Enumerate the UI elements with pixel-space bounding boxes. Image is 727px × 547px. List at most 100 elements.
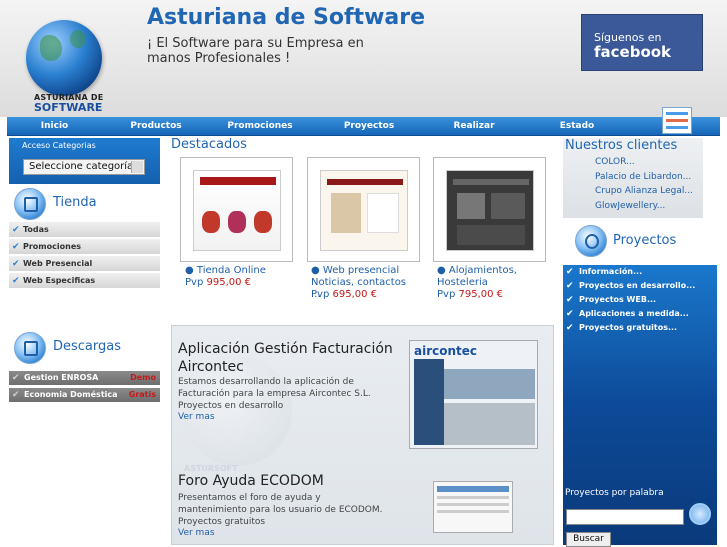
- facebook-banner-line2: facebook: [594, 43, 672, 61]
- price-value: 995,00 €: [206, 277, 252, 288]
- check-icon: ✔: [566, 267, 574, 277]
- product-image[interactable]: [446, 170, 534, 251]
- check-icon: ✔: [566, 309, 574, 319]
- download-badge: Demo: [130, 373, 156, 382]
- price-value: 695,00 €: [332, 289, 378, 300]
- download-icon: [14, 332, 46, 364]
- proyectos-item-label: Aplicaciones a medida...: [579, 309, 689, 318]
- download-item-economia[interactable]: ✔ Economia Doméstica Gratis: [9, 388, 160, 402]
- news-title[interactable]: Foro Ayuda ECODOM: [178, 472, 324, 490]
- news-text: Presentamos el foro de ayuda y: [178, 493, 321, 503]
- nav-realizar-pedido[interactable]: Realizar Pedido: [435, 117, 513, 150]
- product-price: Pvp 995,00 €: [185, 277, 251, 288]
- projects-icon: [575, 225, 607, 257]
- proyectos-item[interactable]: ✔ Aplicaciones a medida...: [565, 307, 715, 321]
- chevron-down-icon: [131, 161, 143, 173]
- news-text: Estamos desarrollando la aplicación de: [178, 377, 354, 387]
- proyectos-item[interactable]: ✔ Proyectos en desarrollo...: [565, 279, 715, 293]
- nav-estado-pedido[interactable]: Estado Pedido: [541, 117, 613, 150]
- shop-window-icon[interactable]: [662, 107, 692, 134]
- proyectos-item[interactable]: ✔ Proyectos gratuitos...: [565, 321, 715, 335]
- proyectos-panel: ✔ Información... ✔ Proyectos en desarrollo…: [563, 265, 717, 547]
- category-access-title: Acceso Categorias: [22, 141, 96, 150]
- client-link[interactable]: Palacio de Libardon...: [595, 172, 691, 182]
- ecodom-image[interactable]: [433, 481, 513, 533]
- search-input[interactable]: [566, 509, 684, 525]
- product-image[interactable]: [193, 170, 281, 251]
- product-name[interactable]: ● Alojamientos, Hosteleria: [437, 265, 541, 289]
- check-icon: ✔: [12, 373, 20, 383]
- search-label: Proyectos por palabra: [565, 488, 664, 498]
- nav-proyectos[interactable]: Proyectos: [339, 117, 399, 136]
- proyectos-item-label: Proyectos en desarrollo...: [579, 281, 696, 290]
- globe-land-shape: [40, 35, 62, 61]
- product-name-text: Tienda Online: [196, 265, 266, 276]
- site-title: Asturiana de Software: [147, 5, 426, 30]
- facebook-banner[interactable]: Síguenos en facebook: [581, 14, 703, 71]
- shopping-cart-icon: [14, 188, 46, 220]
- download-item-enrosa[interactable]: ✔ Gestion ENROSA Demo: [9, 371, 160, 385]
- tienda-item-label: Promociones: [23, 242, 81, 251]
- news-panel: ASTURSOFT Aplicación Gestión Facturación…: [171, 325, 554, 545]
- logo-globe-icon[interactable]: [26, 20, 102, 96]
- check-icon: ✔: [12, 242, 20, 252]
- news-title-line2[interactable]: Aircontec: [178, 358, 244, 376]
- check-icon: ✔: [566, 323, 574, 333]
- ver-mas-link[interactable]: Ver mas: [178, 528, 215, 538]
- client-link[interactable]: Crupo Alianza Legal...: [595, 186, 693, 196]
- price-label: Pvp: [437, 289, 456, 300]
- aircontec-image[interactable]: aircontec: [409, 340, 538, 449]
- news-title[interactable]: Aplicación Gestión Facturación: [178, 340, 393, 358]
- header: ASTURIANA DE SOFTWARE Asturiana de Softw…: [0, 0, 727, 117]
- check-icon: ✔: [12, 259, 20, 269]
- check-icon: ✔: [12, 390, 20, 400]
- destacados-title: Destacados: [171, 137, 247, 152]
- product-card[interactable]: [180, 157, 293, 262]
- tienda-item-label: Web Presencial: [23, 259, 93, 268]
- slogan-line-2: manos Profesionales !: [147, 51, 291, 66]
- category-select[interactable]: Seleccione categoría: [23, 159, 145, 175]
- news-category: Proyectos en desarrollo: [178, 401, 284, 411]
- tienda-item-todas[interactable]: ✔ Todas: [9, 222, 160, 238]
- tienda-item-web-especificas[interactable]: ✔ Web Especificas: [9, 273, 160, 289]
- proyectos-header: Proyectos: [563, 223, 703, 263]
- product-name-text: Web presencial: [322, 265, 400, 276]
- nav-promociones[interactable]: Promociones: [224, 117, 296, 136]
- proyectos-item[interactable]: ✔ Proyectos WEB...: [565, 293, 715, 307]
- proyectos-item[interactable]: ✔ Información...: [565, 265, 715, 279]
- client-link[interactable]: GlowJewellery...: [595, 201, 665, 211]
- check-icon: ✔: [12, 225, 20, 235]
- client-link[interactable]: COLOR...: [595, 157, 635, 167]
- nav-productos[interactable]: Productos: [125, 117, 187, 136]
- tienda-item-promociones[interactable]: ✔ Promociones: [9, 239, 160, 255]
- main-nav: Inicio Productos Promociones Proyectos R…: [7, 117, 720, 150]
- tienda-item-label: Todas: [23, 225, 49, 234]
- price-label: Pvp: [185, 277, 204, 288]
- download-item-label: Economia Doméstica: [24, 390, 118, 399]
- tienda-header: Tienda: [9, 186, 160, 222]
- check-icon: ✔: [566, 281, 574, 291]
- search-icon[interactable]: [689, 503, 711, 525]
- news-text: Facturación para la empresa Aircontec S.…: [178, 389, 371, 399]
- check-icon: ✔: [566, 295, 574, 305]
- aircontec-logo-text: aircontec: [414, 344, 478, 358]
- descargas-title: Descargas: [53, 339, 122, 354]
- check-icon: ✔: [12, 276, 20, 286]
- clients-panel: Nuestros clientes COLOR... Palacio de Li…: [563, 138, 703, 218]
- product-card[interactable]: [433, 157, 546, 262]
- news-text: mantenimiento para los usuario de ECODOM…: [178, 505, 383, 515]
- tienda-item-label: Web Especificas: [23, 276, 96, 285]
- category-select-value: Seleccione categoría: [29, 161, 134, 172]
- product-card[interactable]: [307, 157, 420, 262]
- download-item-label: Gestion ENROSA: [24, 373, 99, 382]
- price-value: 795,00 €: [458, 289, 504, 300]
- product-name-text: Alojamientos,: [448, 265, 517, 276]
- proyectos-title: Proyectos: [613, 233, 677, 248]
- price-label: Pvp: [311, 289, 330, 300]
- tienda-item-web-presencial[interactable]: ✔ Web Presencial: [9, 256, 160, 272]
- ver-mas-link[interactable]: Ver mas: [178, 412, 215, 422]
- proyectos-item-label: Información...: [579, 267, 643, 276]
- product-name[interactable]: ● Tienda Online: [185, 265, 266, 277]
- product-image[interactable]: [320, 170, 408, 251]
- nav-inicio[interactable]: Inicio: [27, 117, 82, 136]
